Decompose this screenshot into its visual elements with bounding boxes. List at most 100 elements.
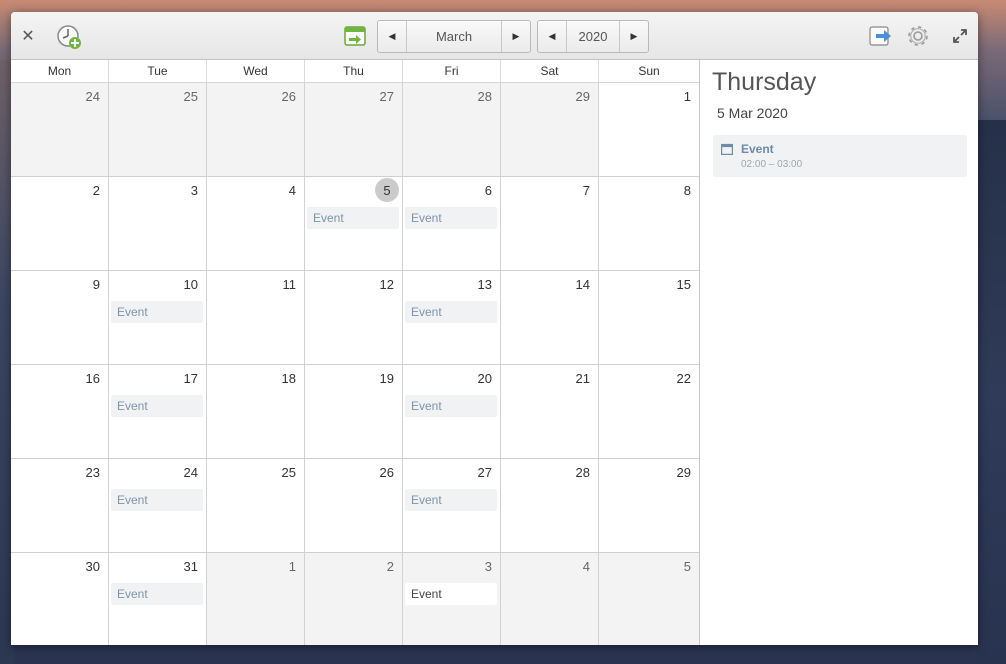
weekday-label: Wed bbox=[207, 60, 305, 82]
day-cell[interactable]: 9 bbox=[11, 271, 109, 365]
wallpaper-right bbox=[976, 120, 1006, 664]
event-chip[interactable]: Event bbox=[111, 583, 203, 605]
day-cell[interactable]: 26 bbox=[207, 83, 305, 177]
today-day-number: 5 bbox=[375, 178, 399, 202]
prev-year-button[interactable]: ◀ bbox=[538, 21, 567, 52]
day-number: 25 bbox=[183, 89, 198, 104]
day-number: 4 bbox=[288, 183, 296, 198]
day-cell[interactable]: 22 bbox=[599, 365, 699, 459]
next-year-button[interactable]: ▶ bbox=[619, 21, 648, 52]
event-chip[interactable]: Event bbox=[405, 207, 497, 229]
day-cell[interactable]: 20 Event bbox=[403, 365, 501, 459]
day-cell[interactable]: 18 bbox=[207, 365, 305, 459]
day-cell[interactable]: 28 bbox=[403, 83, 501, 177]
event-chip[interactable]: Event bbox=[405, 301, 497, 323]
close-button[interactable]: ✕ bbox=[17, 25, 39, 47]
prev-month-button[interactable]: ◀ bbox=[378, 21, 407, 52]
day-cell[interactable]: 30 bbox=[11, 553, 109, 645]
day-cell[interactable]: 25 bbox=[207, 459, 305, 553]
day-cell[interactable]: 14 bbox=[501, 271, 599, 365]
day-number: 26 bbox=[379, 465, 394, 480]
weekday-label: Mon bbox=[11, 60, 109, 82]
day-number: 2 bbox=[386, 559, 394, 574]
weekday-label: Tue bbox=[109, 60, 207, 82]
event-chip[interactable]: Event bbox=[111, 301, 203, 323]
day-number: 9 bbox=[92, 277, 100, 292]
day-cell[interactable]: 23 bbox=[11, 459, 109, 553]
day-cell[interactable]: 27 Event bbox=[403, 459, 501, 553]
next-month-button[interactable]: ▶ bbox=[501, 21, 530, 52]
day-number: 26 bbox=[281, 89, 296, 104]
settings-button[interactable] bbox=[905, 23, 931, 49]
day-cell[interactable]: 5 Event bbox=[305, 177, 403, 271]
day-cell[interactable]: 4 bbox=[501, 553, 599, 645]
day-cell[interactable]: 1 bbox=[207, 553, 305, 645]
day-cell[interactable]: 19 bbox=[305, 365, 403, 459]
day-cell[interactable]: 10 Event bbox=[109, 271, 207, 365]
day-cell[interactable]: 27 bbox=[305, 83, 403, 177]
day-cell[interactable]: 15 bbox=[599, 271, 699, 365]
month-grid: 24 25 26 27 28 29 1 2 3 4 5 Event 6 Event 7 8 9 10 Event 11… bbox=[11, 83, 699, 645]
day-number: 13 bbox=[477, 277, 492, 292]
day-number: 17 bbox=[183, 371, 198, 386]
clock-add-icon bbox=[57, 25, 81, 49]
day-number: 8 bbox=[683, 183, 691, 198]
day-cell[interactable]: 6 Event bbox=[403, 177, 501, 271]
event-chip[interactable]: Event bbox=[405, 489, 497, 511]
day-number: 15 bbox=[676, 277, 691, 292]
event-chip[interactable]: Event bbox=[307, 207, 399, 229]
day-number: 3 bbox=[484, 559, 492, 574]
day-cell[interactable]: 17 Event bbox=[109, 365, 207, 459]
day-number: 3 bbox=[190, 183, 198, 198]
weekday-label: Thu bbox=[305, 60, 403, 82]
fullscreen-button[interactable] bbox=[949, 25, 971, 47]
event-chip[interactable]: Event bbox=[405, 395, 497, 417]
day-cell[interactable]: 24 bbox=[11, 83, 109, 177]
weekday-header: Mon Tue Wed Thu Fri Sat Sun bbox=[11, 60, 699, 83]
day-cell[interactable]: 11 bbox=[207, 271, 305, 365]
arrow-right-icon: ▶ bbox=[512, 31, 520, 41]
day-number: 28 bbox=[575, 465, 590, 480]
day-cell[interactable]: 2 bbox=[11, 177, 109, 271]
day-number: 6 bbox=[484, 183, 492, 198]
event-chip[interactable]: Event bbox=[111, 395, 203, 417]
day-cell[interactable]: 29 bbox=[501, 83, 599, 177]
day-number: 27 bbox=[477, 465, 492, 480]
day-number: 27 bbox=[379, 89, 394, 104]
day-cell[interactable]: 21 bbox=[501, 365, 599, 459]
export-button[interactable] bbox=[868, 24, 894, 48]
day-cell[interactable]: 31 Event bbox=[109, 553, 207, 645]
today-button[interactable] bbox=[343, 24, 367, 48]
day-number: 23 bbox=[85, 465, 100, 480]
day-cell[interactable]: 24 Event bbox=[109, 459, 207, 553]
day-cell[interactable]: 13 Event bbox=[403, 271, 501, 365]
day-number: 29 bbox=[575, 89, 590, 104]
add-event-button[interactable] bbox=[56, 23, 84, 51]
agenda-event[interactable]: Event 02:00 – 03:00 bbox=[713, 135, 967, 177]
day-cell[interactable]: 28 bbox=[501, 459, 599, 553]
day-cell[interactable]: 26 bbox=[305, 459, 403, 553]
day-number: 25 bbox=[281, 465, 296, 480]
day-cell[interactable]: 29 bbox=[599, 459, 699, 553]
day-cell[interactable]: 2 bbox=[305, 553, 403, 645]
day-number: 30 bbox=[85, 559, 100, 574]
day-cell[interactable]: 3 Event bbox=[403, 553, 501, 645]
day-number: 29 bbox=[676, 465, 691, 480]
day-cell[interactable]: 5 bbox=[599, 553, 699, 645]
day-number: 19 bbox=[379, 371, 394, 386]
event-chip[interactable]: Event bbox=[111, 489, 203, 511]
event-chip[interactable]: Event bbox=[405, 583, 497, 605]
day-number: 24 bbox=[183, 465, 198, 480]
day-number: 22 bbox=[676, 371, 691, 386]
day-cell[interactable]: 12 bbox=[305, 271, 403, 365]
day-cell[interactable]: 7 bbox=[501, 177, 599, 271]
header-bar: ✕ ◀ March ▶ ◀ 2020 ▶ bbox=[11, 12, 978, 60]
day-cell[interactable]: 16 bbox=[11, 365, 109, 459]
day-cell[interactable]: 3 bbox=[109, 177, 207, 271]
day-cell[interactable]: 4 bbox=[207, 177, 305, 271]
day-cell[interactable]: 25 bbox=[109, 83, 207, 177]
day-cell[interactable]: 8 bbox=[599, 177, 699, 271]
year-switcher: ◀ 2020 ▶ bbox=[537, 20, 649, 53]
agenda-sidebar: Thursday 5 Mar 2020 Event 02:00 – 03:00 bbox=[699, 60, 978, 645]
day-cell[interactable]: 1 bbox=[599, 83, 699, 177]
